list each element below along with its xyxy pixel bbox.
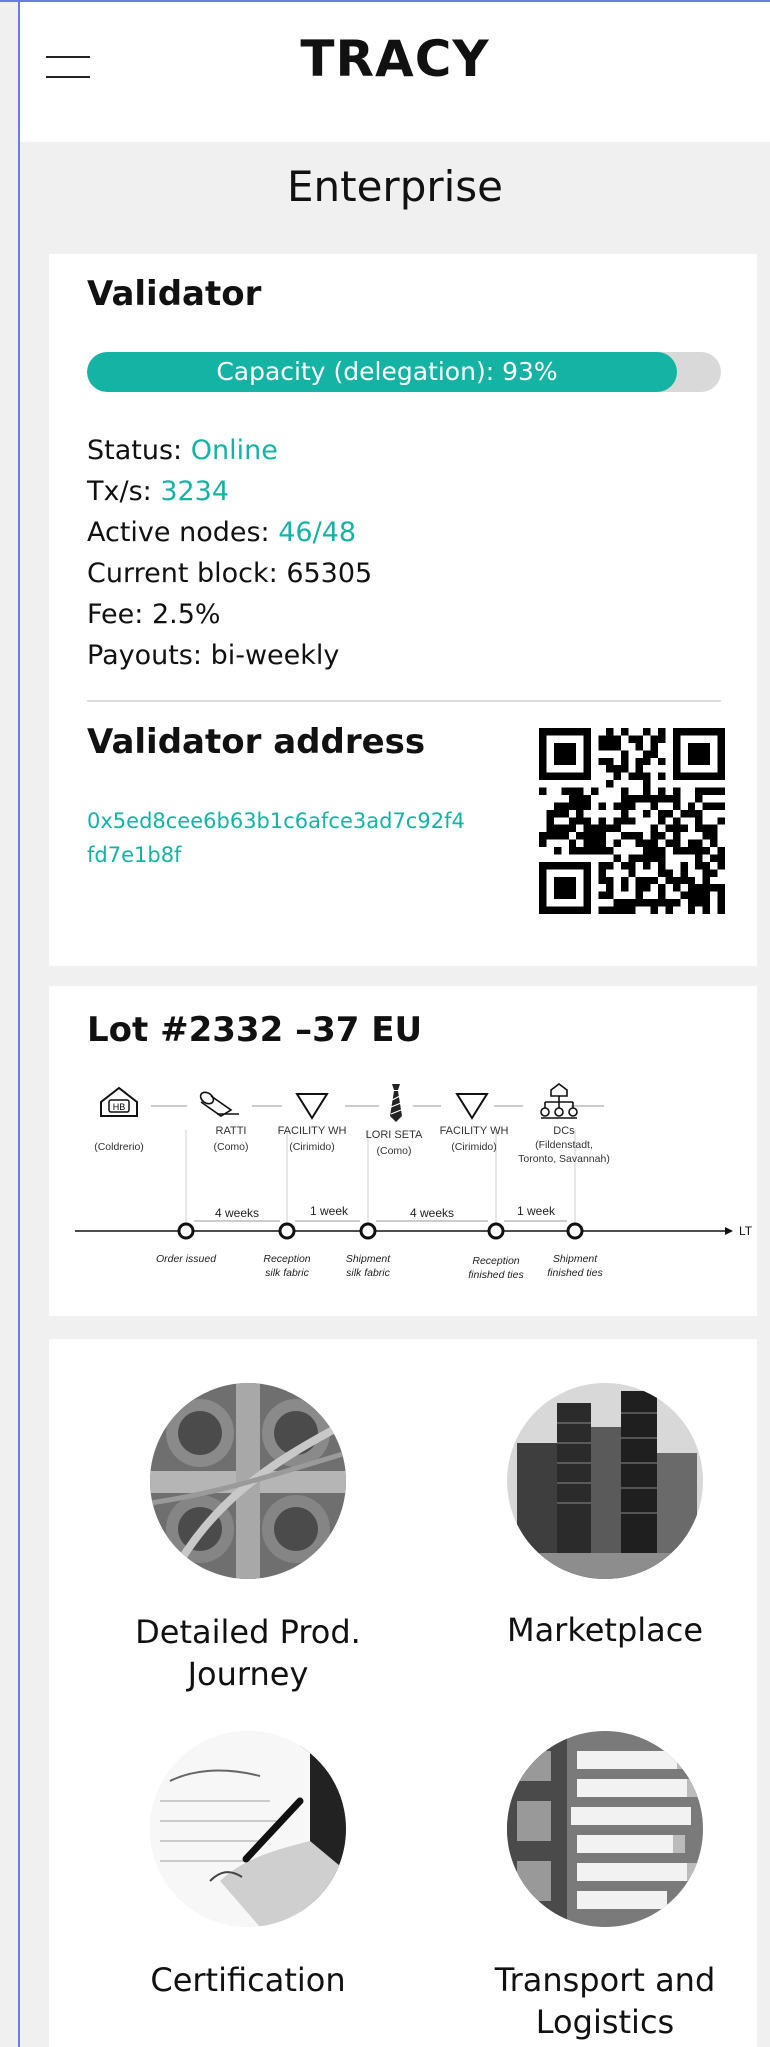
stat-status: Status: Online xyxy=(87,435,278,466)
milestone-label-2: finished ties xyxy=(468,1269,524,1281)
qr-code-icon xyxy=(539,728,725,914)
station-location: (Cirimido) xyxy=(289,1141,335,1153)
tile-label: Marketplace xyxy=(506,1611,704,1649)
station-location: (Fildenstadt, xyxy=(535,1139,593,1151)
highway-interchange-image xyxy=(150,1383,346,1579)
status-value: Online xyxy=(190,435,278,466)
milestone-label: Order issued xyxy=(156,1253,217,1265)
milestone-marker xyxy=(487,1222,505,1240)
trucks-aerial-image xyxy=(507,1731,703,1927)
station-name: FACILITY WH xyxy=(440,1125,509,1137)
axis-label: LT xyxy=(739,1224,753,1238)
triangle-warehouse-icon xyxy=(455,1093,489,1120)
milestone-marker xyxy=(359,1222,377,1240)
tile-label: Certification xyxy=(150,1961,346,1999)
features-card: Detailed Prod. Journey Marketplace Certi… xyxy=(49,1339,757,2047)
stat-active-nodes: Active nodes: 46/48 xyxy=(87,517,357,548)
station-location: (Coldrerio) xyxy=(94,1141,144,1153)
station-location: (Como) xyxy=(213,1141,248,1153)
lot-card: Lot #2332 –37 EU HB RATTI FACILITY WH LO… xyxy=(49,986,757,1316)
milestone-marker xyxy=(566,1222,584,1240)
milestone-label: Reception xyxy=(263,1253,310,1265)
tile-label: Detailed Prod. Journey xyxy=(135,1613,361,1693)
station-location: (Cirimido) xyxy=(451,1141,497,1153)
milestone-label: Shipment xyxy=(553,1253,598,1265)
duration-label: 4 weeks xyxy=(215,1206,259,1220)
milestone-label: Shipment xyxy=(346,1253,391,1265)
arrow-icon xyxy=(725,1227,733,1235)
page-title: Enterprise xyxy=(286,162,504,211)
validator-title: Validator xyxy=(87,274,262,314)
validator-card: Validator Capacity (delegation): 93% Sta… xyxy=(49,254,757,966)
signing-document-image xyxy=(150,1731,346,1927)
station-name: FACILITY WH xyxy=(278,1125,347,1137)
divider xyxy=(87,700,721,702)
station-location: (Como) xyxy=(376,1145,411,1157)
station-name: LORI SETA xyxy=(366,1129,423,1141)
milestone-marker xyxy=(278,1222,296,1240)
tile-label: Transport and Logistics xyxy=(494,1961,716,2041)
lot-title: Lot #2332 –37 EU xyxy=(87,1010,423,1050)
payouts-value: bi-weekly xyxy=(210,640,340,671)
tx-value: 3234 xyxy=(160,476,230,507)
stat-fee: Fee: 2.5% xyxy=(87,599,221,630)
station-name: DCs xyxy=(553,1125,575,1137)
milestone-label: Reception xyxy=(472,1255,519,1267)
validator-address[interactable]: 0x5ed8cee6b63b1c6afce3ad7c92f4fd7e1b8f xyxy=(87,804,467,872)
milestone-label-2: silk fabric xyxy=(346,1267,391,1279)
stat-tx-per-second: Tx/s: 3234 xyxy=(87,476,230,507)
network-icon xyxy=(540,1083,578,1119)
fee-value: 2.5% xyxy=(151,599,221,630)
duration-label: 1 week xyxy=(310,1204,349,1218)
duration-label: 4 weeks xyxy=(410,1206,454,1220)
validator-address-title: Validator address xyxy=(87,722,426,762)
validator-stats: Status: Online Tx/s: 3234 Active nodes: … xyxy=(87,430,372,676)
city-buildings-image xyxy=(507,1383,703,1579)
capacity-label: Capacity (delegation): 93% xyxy=(216,357,558,386)
capacity-bar: Capacity (delegation): 93% xyxy=(87,352,721,392)
logo[interactable]: TRACY xyxy=(20,30,770,88)
supply-chain-timeline: HB RATTI FACILITY WH LORI SETA FACILITY … xyxy=(75,1083,753,1281)
stat-current-block: Current block: 65305 xyxy=(87,558,373,589)
fabric-roll-icon xyxy=(199,1091,239,1117)
tie-icon xyxy=(390,1084,402,1122)
header-wave xyxy=(20,102,770,142)
triangle-warehouse-icon xyxy=(295,1093,329,1120)
milestone-marker xyxy=(177,1222,195,1240)
duration-label: 1 week xyxy=(517,1204,556,1218)
page: TRACY Enterprise Validator Capacity (del… xyxy=(20,2,770,2047)
station-name: RATTI xyxy=(216,1125,247,1137)
milestone-label-2: silk fabric xyxy=(265,1267,310,1279)
block-value: 65305 xyxy=(286,558,373,589)
milestone-label-2: finished ties xyxy=(547,1267,603,1279)
hb-badge: HB xyxy=(113,1102,126,1112)
stat-payouts: Payouts: bi-weekly xyxy=(87,640,340,671)
station-location-2: Toronto, Savannah) xyxy=(518,1153,610,1165)
nodes-value: 46/48 xyxy=(278,517,357,548)
